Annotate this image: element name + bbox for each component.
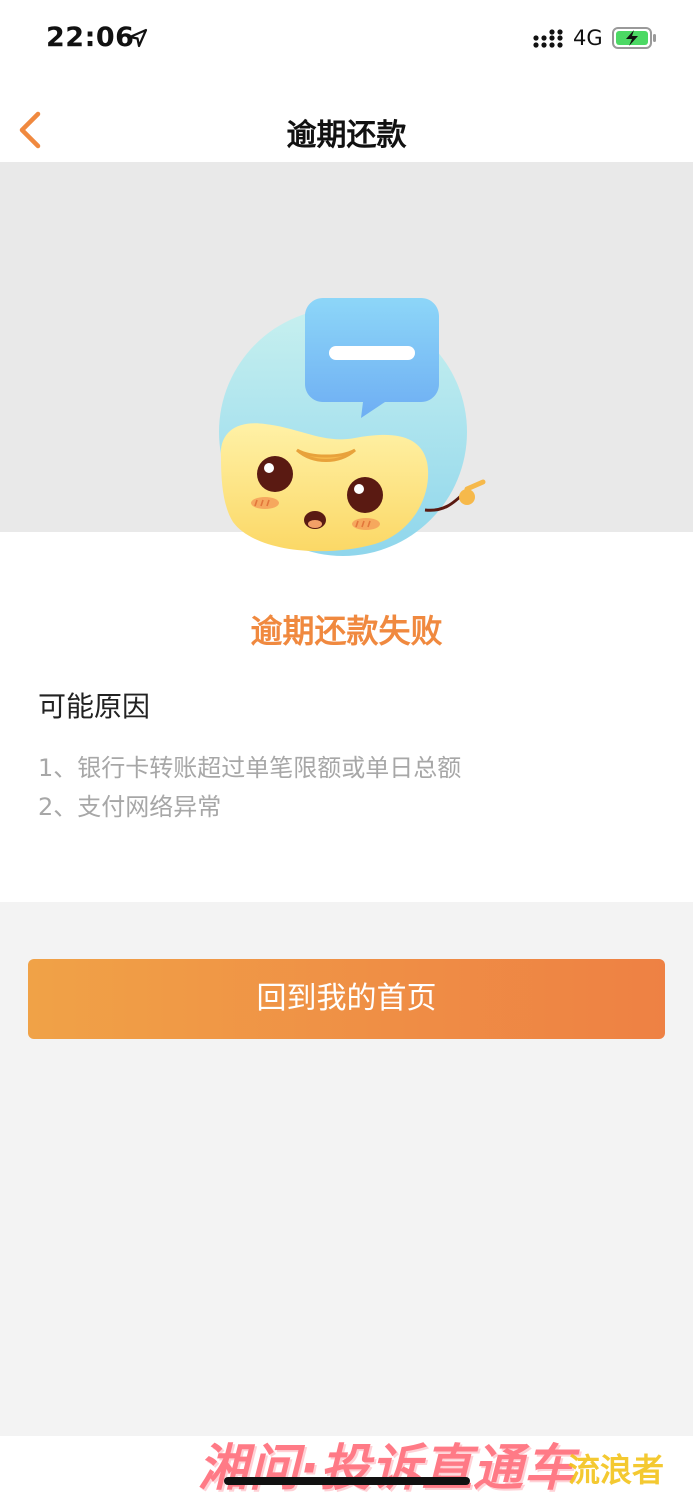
- home-indicator: [224, 1477, 470, 1485]
- status-bar: 22:06 4G: [0, 0, 693, 78]
- battery-charging-icon: [612, 27, 656, 49]
- back-to-home-button[interactable]: 回到我的首页: [28, 959, 665, 1039]
- mascot-illustration: [219, 298, 486, 556]
- page-title: 逾期还款: [286, 118, 407, 153]
- signal-icon: [533, 29, 563, 48]
- network-type: 4G: [573, 26, 603, 50]
- watermark-logo: 湘问·投诉直通车: [198, 1439, 575, 1497]
- result-title: 逾期还款失败: [250, 612, 443, 650]
- location-arrow-icon: [128, 28, 148, 48]
- status-time: 22:06: [46, 22, 135, 53]
- reasons-heading: 可能原因: [38, 690, 151, 723]
- watermark-username: 流浪者: [568, 1451, 665, 1489]
- reason-item: 2、支付网络异常: [38, 793, 222, 821]
- reason-item: 1、银行卡转账超过单笔限额或单日总额: [38, 754, 462, 782]
- nav-bar: 逾期还款: [0, 78, 693, 162]
